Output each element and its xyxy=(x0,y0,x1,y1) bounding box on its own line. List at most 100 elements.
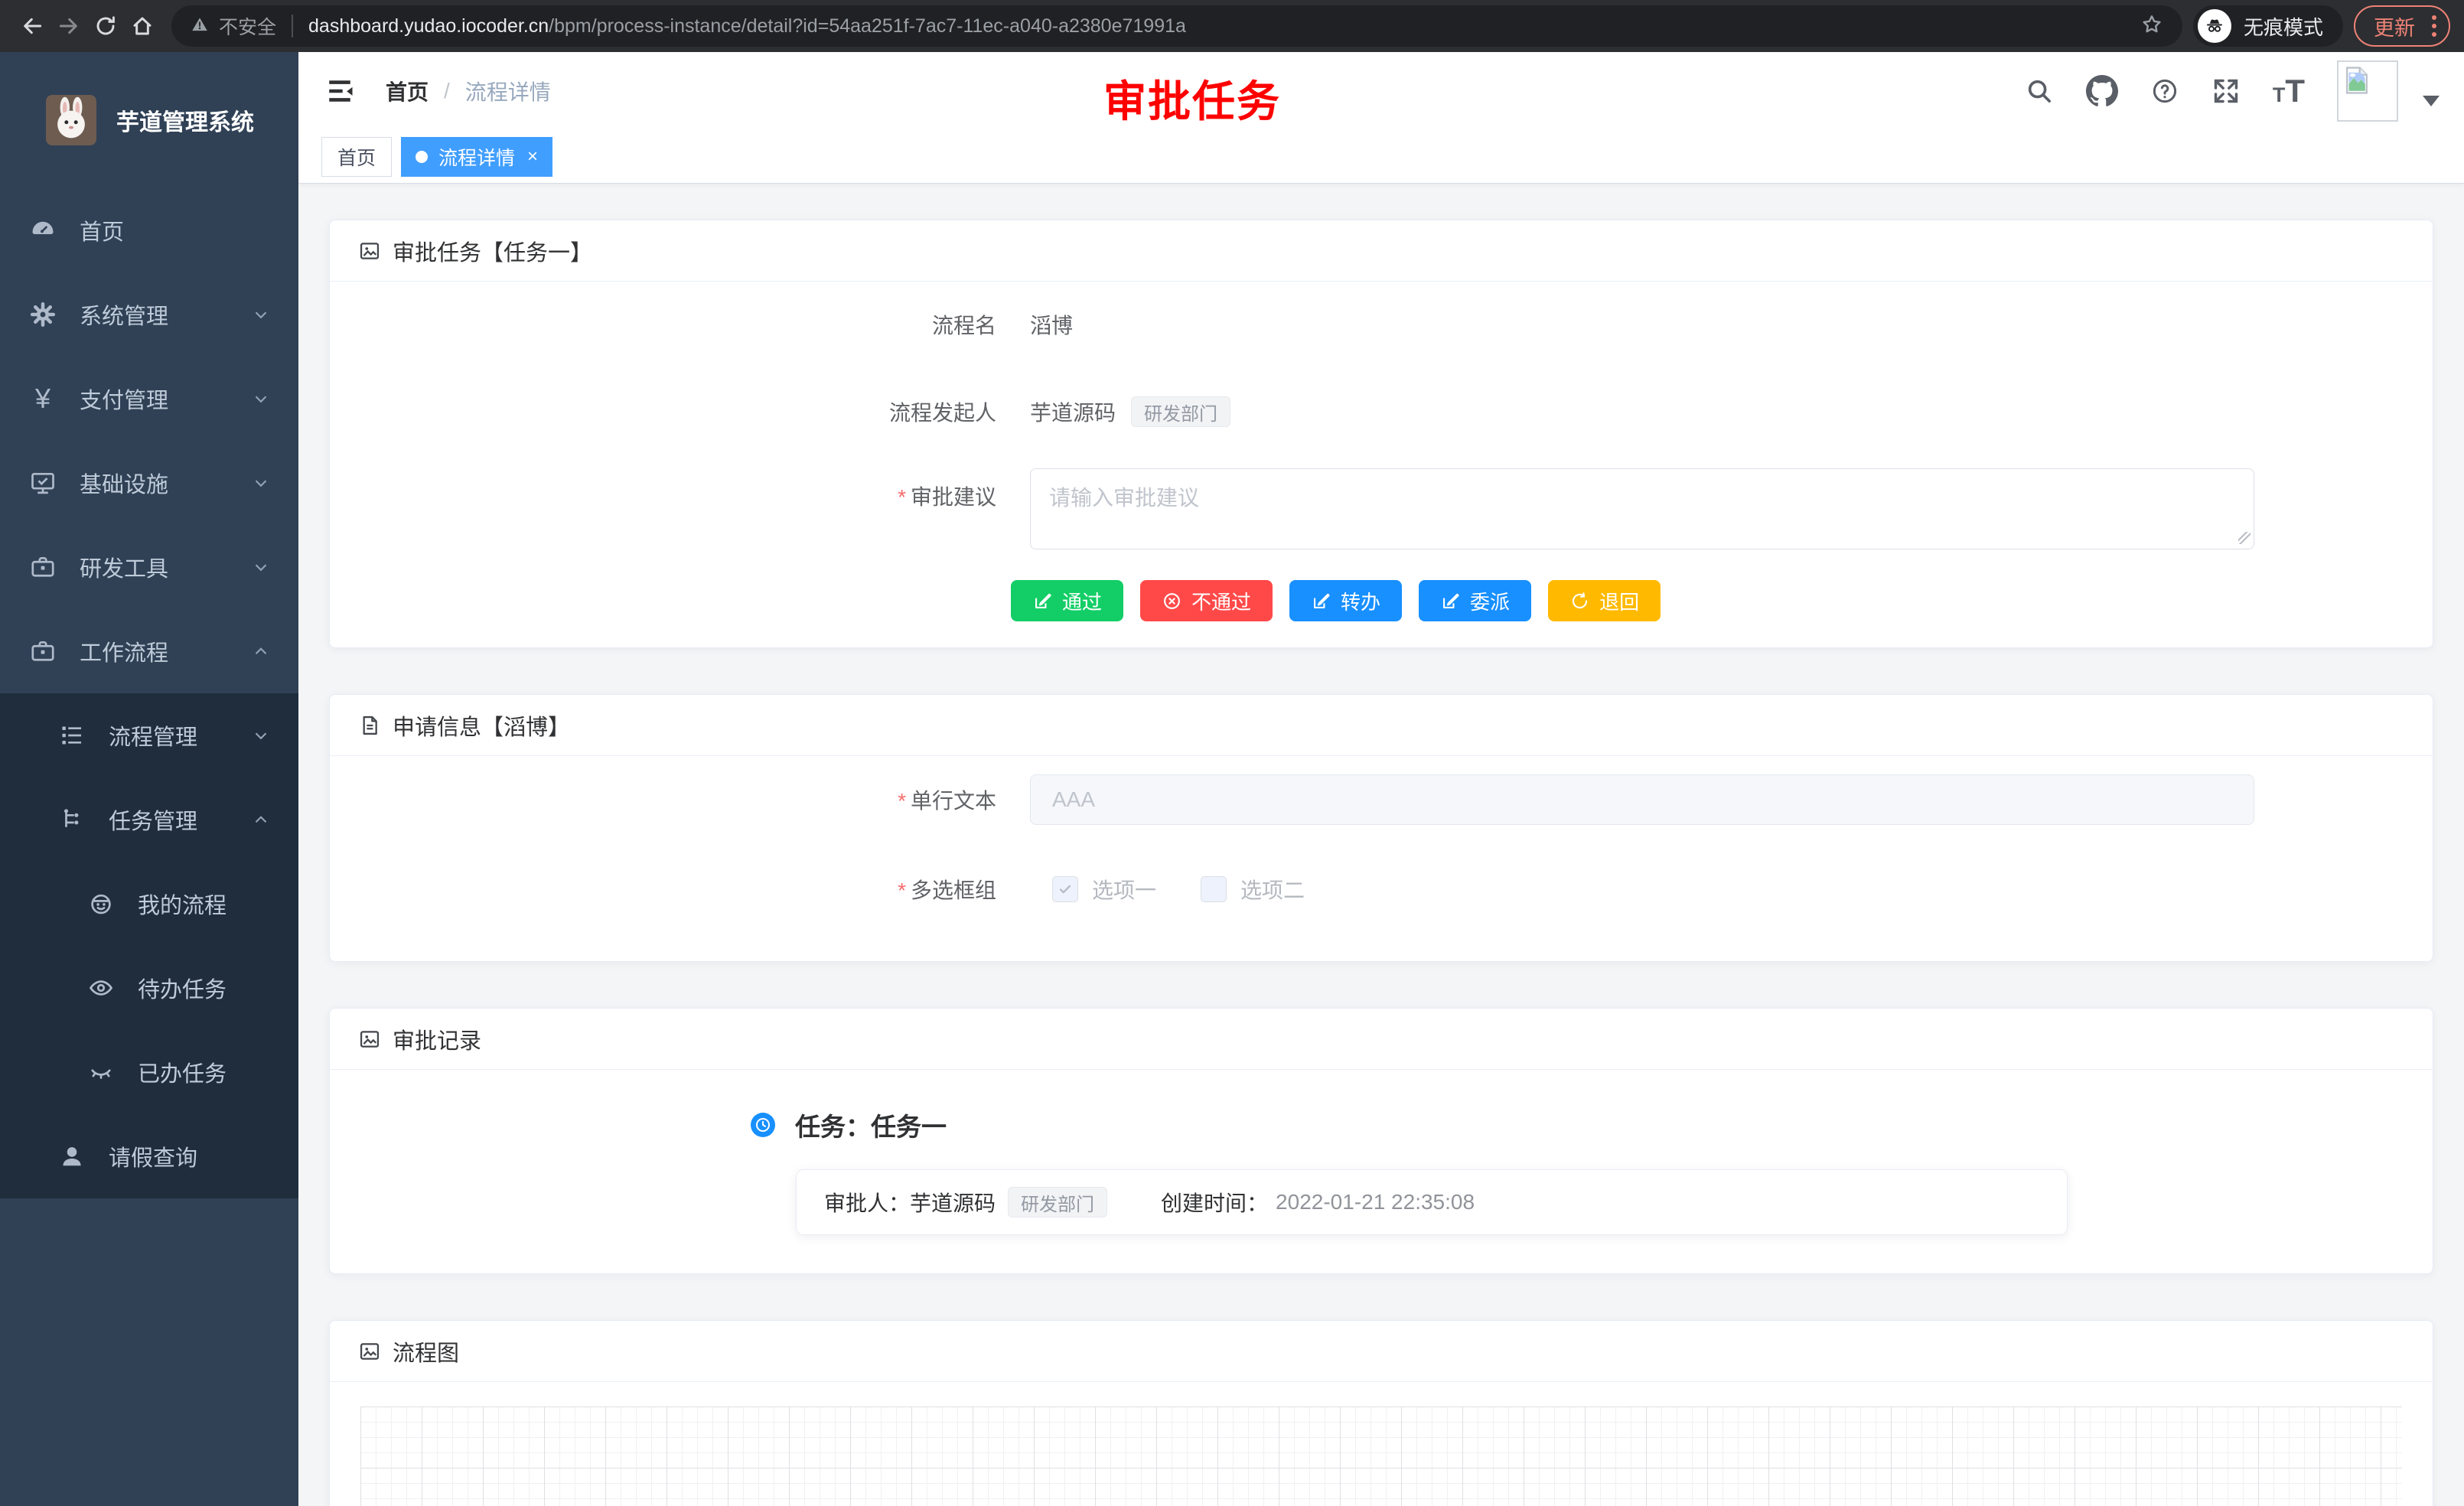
task-title: 任务：任务一 xyxy=(795,1107,947,1143)
comment-textarea[interactable] xyxy=(1030,468,2254,549)
approver-name: 芋道源码 xyxy=(910,1187,996,1218)
sidebar-item-payment[interactable]: ¥ 支付管理 xyxy=(0,357,298,441)
toolbox-icon xyxy=(29,637,57,665)
forward-icon[interactable] xyxy=(51,8,87,44)
bookmark-star-icon[interactable] xyxy=(2140,12,2164,41)
eye-closed-icon xyxy=(87,1058,115,1086)
chevron-up-icon xyxy=(251,810,271,830)
sidebar-item-label: 系统管理 xyxy=(80,298,168,331)
sidebar-menu: 首页 系统管理 ¥ 支付管理 基础设施 xyxy=(0,188,298,1198)
avatar-caret-icon[interactable] xyxy=(2423,96,2440,106)
card-title: 审批记录 xyxy=(393,1023,481,1055)
sidebar-item-label: 工作流程 xyxy=(80,635,168,667)
breadcrumb: 首页 / 流程详情 xyxy=(386,76,551,106)
required-mark: * xyxy=(898,789,906,813)
comment-label: *审批建议 xyxy=(330,468,1016,511)
sidebar-item-leave-query[interactable]: 请假查询 xyxy=(0,1114,298,1198)
security-label: 不安全 xyxy=(219,12,276,40)
avatar[interactable] xyxy=(2337,60,2398,122)
request-card-header: 申请信息【滔博】 xyxy=(330,695,2433,756)
sidebar-item-devtools[interactable]: 研发工具 xyxy=(0,525,298,609)
user-icon xyxy=(58,1143,86,1170)
tags-view: 首页 流程详情 × xyxy=(298,130,2464,184)
sidebar-item-label: 首页 xyxy=(80,214,124,246)
record-detail-card: 审批人： 芋道源码 研发部门 创建时间： 2022-01-21 22:35:08 xyxy=(796,1169,2068,1235)
picture-icon xyxy=(357,1339,382,1364)
chevron-down-icon xyxy=(251,389,271,409)
tab-home[interactable]: 首页 xyxy=(321,137,392,177)
sidebar-item-label: 研发工具 xyxy=(80,551,168,583)
app-title: 芋道管理系统 xyxy=(116,103,254,137)
card-title: 申请信息【滔博】 xyxy=(393,709,570,742)
sidebar: 芋道管理系统 首页 系统管理 ¥ 支付管理 xyxy=(0,52,298,1506)
checkbox-option-2: 选项二 xyxy=(1201,874,1305,905)
delegate-button[interactable]: 委派 xyxy=(1419,580,1531,621)
sidebar-item-home[interactable]: 首页 xyxy=(0,188,298,272)
url-bar[interactable]: 不安全 dashboard.yudao.iocoder.cn /bpm/proc… xyxy=(171,5,2182,47)
sidebar-item-infra[interactable]: 基础设施 xyxy=(0,441,298,525)
process-name-value: 滔博 xyxy=(1030,309,1073,340)
breadcrumb-home[interactable]: 首页 xyxy=(386,76,429,106)
bpmn-grid-canvas[interactable] xyxy=(360,1407,2402,1506)
clock-icon xyxy=(751,1113,775,1137)
update-button[interactable]: 更新 xyxy=(2354,5,2450,47)
eye-open-icon xyxy=(87,974,115,1002)
sidebar-item-my-process[interactable]: 我的流程 xyxy=(0,862,298,946)
browser-menu-icon[interactable] xyxy=(2429,12,2440,40)
approve-button[interactable]: 通过 xyxy=(1011,580,1123,621)
fullscreen-icon[interactable] xyxy=(2211,77,2241,106)
incognito-badge: 无痕模式 xyxy=(2193,5,2343,47)
timeline-item: 任务：任务一 xyxy=(751,1108,2433,1142)
help-icon[interactable] xyxy=(2150,77,2179,106)
sidebar-item-workflow[interactable]: 工作流程 xyxy=(0,609,298,693)
dept-tag: 研发部门 xyxy=(1008,1187,1107,1218)
update-label: 更新 xyxy=(2374,11,2415,41)
page-content: 审批任务【任务一】 流程名 滔博 流程发起人 芋道源码 研发部门 xyxy=(298,184,2464,1506)
approval-task-card: 审批任务【任务一】 流程名 滔博 流程发起人 芋道源码 研发部门 xyxy=(329,220,2433,648)
process-diagram-card: 流程图 xyxy=(329,1320,2433,1506)
approval-actions: 通过 不通过 转办 委 xyxy=(1011,580,2433,621)
tab-close-icon[interactable]: × xyxy=(527,148,538,166)
security-warning-icon xyxy=(190,15,210,38)
sidebar-logo[interactable]: 芋道管理系统 xyxy=(0,52,298,188)
dashboard-icon xyxy=(29,217,57,244)
approval-card-header: 审批任务【任务一】 xyxy=(330,220,2433,282)
browser-toolbar: 不安全 dashboard.yudao.iocoder.cn /bpm/proc… xyxy=(0,0,2464,52)
sidebar-item-todo-tasks[interactable]: 待办任务 xyxy=(0,946,298,1030)
required-mark: * xyxy=(898,485,906,509)
sidebar-item-done-tasks[interactable]: 已办任务 xyxy=(0,1030,298,1114)
transfer-button[interactable]: 转办 xyxy=(1289,580,1402,621)
github-icon[interactable] xyxy=(2086,75,2118,107)
sidebar-item-system[interactable]: 系统管理 xyxy=(0,272,298,357)
search-icon[interactable] xyxy=(2025,77,2054,106)
navbar: 首页 / 流程详情 审批任务 TT xyxy=(298,52,2464,130)
sidebar-item-task-mgmt[interactable]: 任务管理 xyxy=(0,777,298,862)
screen: 不安全 dashboard.yudao.iocoder.cn /bpm/proc… xyxy=(0,0,2464,1506)
chevron-down-icon xyxy=(251,557,271,577)
font-size-icon[interactable]: TT xyxy=(2273,73,2305,109)
robot-face-icon xyxy=(87,890,115,918)
sidebar-item-label: 请假查询 xyxy=(109,1140,197,1172)
gear-icon xyxy=(29,301,57,328)
breadcrumb-current: 流程详情 xyxy=(465,76,551,106)
card-title: 流程图 xyxy=(393,1335,459,1367)
picture-icon xyxy=(357,1027,382,1051)
process-name-label: 流程名 xyxy=(330,309,1016,340)
hamburger-icon[interactable] xyxy=(323,74,357,108)
back-icon[interactable] xyxy=(14,8,51,44)
url-host: dashboard.yudao.iocoder.cn xyxy=(308,15,549,37)
url-path: /bpm/process-instance/detail?id=54aa251f… xyxy=(549,15,1186,37)
text-field-label: *单行文本 xyxy=(330,784,1016,815)
checkbox-checked-icon xyxy=(1052,876,1078,902)
yen-icon: ¥ xyxy=(29,385,57,412)
sidebar-item-process-mgmt[interactable]: 流程管理 xyxy=(0,693,298,777)
sidebar-item-label: 任务管理 xyxy=(109,804,197,836)
reject-button[interactable]: 不通过 xyxy=(1140,580,1273,621)
reload-icon[interactable] xyxy=(87,8,124,44)
picture-icon xyxy=(357,239,382,263)
checkbox-group-label: *多选框组 xyxy=(330,874,1016,905)
document-icon xyxy=(357,713,382,738)
home-icon[interactable] xyxy=(124,8,161,44)
return-button[interactable]: 退回 xyxy=(1548,580,1661,621)
tab-process-detail[interactable]: 流程详情 × xyxy=(401,137,552,177)
